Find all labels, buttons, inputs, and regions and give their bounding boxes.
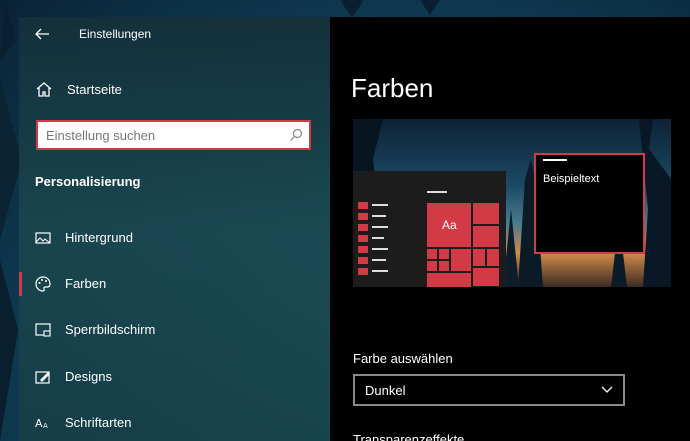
chevron-down-icon — [601, 386, 613, 393]
preview-tiles-bottom — [427, 249, 471, 287]
color-select-dropdown[interactable]: Dunkel — [353, 374, 625, 406]
start-menu-preview: Aa — [353, 171, 506, 287]
sample-text: Beispieltext — [543, 173, 600, 185]
section-title: Personalisierung — [35, 174, 141, 189]
sidebar-item-label: Sperrbildschirm — [65, 322, 156, 337]
home-icon — [36, 82, 52, 97]
sample-window-titleline — [543, 159, 567, 161]
main-content: Farben Aa Beispieltext Farbe auswählen D… — [330, 17, 690, 441]
preview-tiles-right — [473, 203, 499, 286]
preview-list-lines — [372, 204, 388, 272]
home-link[interactable]: Startseite — [19, 77, 330, 101]
svg-text:A: A — [43, 422, 48, 430]
sidebar-item-label: Farben — [65, 276, 107, 291]
preview-tile-large: Aa — [427, 203, 471, 247]
brush-icon — [35, 371, 50, 384]
home-label: Startseite — [67, 82, 122, 97]
search-icon[interactable] — [289, 128, 303, 142]
color-select-label: Farbe auswählen — [353, 351, 453, 366]
active-indicator — [19, 272, 22, 296]
sidebar: Einstellungen Startseite Personalisierun… — [19, 17, 330, 441]
sidebar-item-sperrbildschirm[interactable]: Sperrbildschirm — [19, 315, 330, 345]
sidebar-item-farben[interactable]: Farben — [19, 269, 330, 299]
sidebar-item-designs[interactable]: Designs — [19, 362, 330, 392]
preview-list-icons — [358, 202, 368, 275]
transparency-section-label: Transparenzeffekte — [353, 432, 465, 441]
sidebar-item-label: Schriftarten — [65, 415, 132, 430]
preview-header-line — [427, 191, 447, 193]
font-icon: A A — [35, 417, 48, 430]
color-select-value: Dunkel — [365, 383, 406, 398]
title-bar: Einstellungen — [19, 17, 330, 51]
sidebar-item-schriftarten[interactable]: A A Schriftarten — [19, 408, 330, 438]
sidebar-item-label: Designs — [65, 369, 112, 384]
search-input[interactable] — [46, 122, 286, 148]
color-preview: Aa Beispieltext — [353, 119, 671, 287]
settings-window: Einstellungen Startseite Personalisierun… — [19, 17, 690, 441]
lockscreen-icon — [35, 323, 51, 337]
svg-text:A: A — [35, 417, 43, 430]
sample-window-preview: Beispieltext — [534, 153, 645, 254]
app-title: Einstellungen — [79, 27, 152, 41]
page-title: Farben — [351, 73, 434, 103]
image-icon — [35, 232, 51, 244]
preview-tile-text: Aa — [442, 218, 457, 232]
sidebar-item-hintergrund[interactable]: Hintergrund — [19, 223, 330, 253]
palette-icon — [35, 276, 51, 292]
back-arrow-icon[interactable] — [33, 25, 51, 43]
sidebar-item-label: Hintergrund — [65, 230, 133, 245]
search-box[interactable] — [36, 120, 311, 150]
